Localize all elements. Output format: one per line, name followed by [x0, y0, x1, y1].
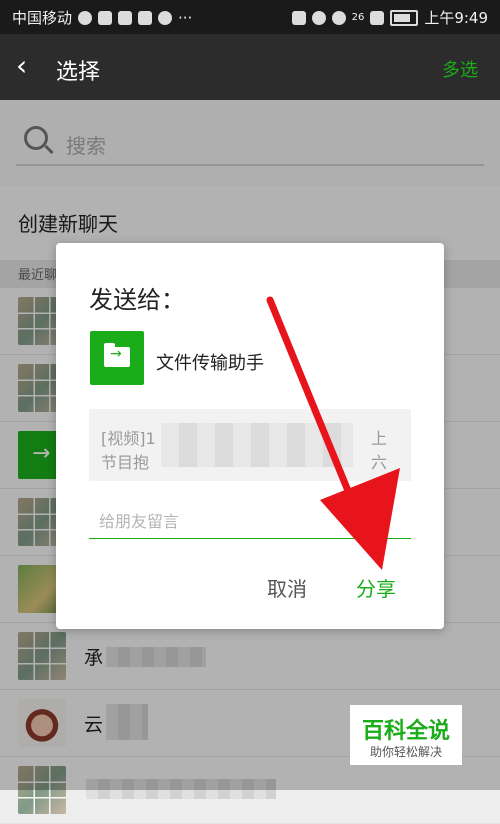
- back-icon[interactable]: ‹: [16, 52, 27, 80]
- key-icon: [98, 10, 113, 25]
- title-bar: ‹ 选择 多选: [0, 34, 500, 100]
- watermark-logo: 百科全说 助你轻松解决: [350, 705, 462, 765]
- more-notifications-icon: ···: [178, 8, 193, 27]
- chat-bubble-icon: [158, 10, 173, 25]
- cancel-button[interactable]: 取消: [267, 573, 307, 602]
- signal-icon: [370, 10, 385, 25]
- preview-text-line1: [视频]1: [101, 429, 156, 448]
- preview-text-line2: 节目抱: [101, 453, 150, 472]
- app-notification-icon: [78, 10, 93, 25]
- redacted-preview: [161, 423, 353, 467]
- file-transfer-icon: [90, 331, 144, 385]
- notification-icon: [118, 10, 133, 25]
- vibrate-icon: [291, 10, 306, 25]
- message-input[interactable]: [89, 505, 411, 539]
- preview-text-line2-end: 六: [370, 453, 387, 472]
- network-type-label: 26: [351, 12, 365, 23]
- watermark-title: 百科全说: [361, 719, 450, 744]
- shared-content-preview: [视频]1 上 节目抱 六: [89, 409, 411, 481]
- clock-label: 上午9:49: [424, 9, 488, 27]
- status-bar: 中国移动 ··· 26 上午9:49: [0, 0, 500, 34]
- share-dialog: 发送给： 文件传输助手 [视频]1 上 节目抱 六 取消 分享: [56, 243, 444, 629]
- gallery-notification-icon: [138, 10, 153, 25]
- recipient-name: 文件传输助手: [156, 353, 264, 374]
- page-title: 选择: [56, 60, 101, 85]
- preview-text-line1-end: 上: [370, 429, 387, 448]
- carrier-label: 中国移动: [12, 9, 73, 27]
- watermark-subtitle: 助你轻松解决: [369, 745, 442, 759]
- dialog-title: 发送给：: [89, 286, 185, 314]
- wifi-icon: [331, 10, 346, 25]
- multi-select-button[interactable]: 多选: [442, 56, 478, 82]
- share-button[interactable]: 分享: [356, 573, 396, 602]
- alarm-icon: [311, 10, 326, 25]
- battery-icon: [390, 9, 419, 26]
